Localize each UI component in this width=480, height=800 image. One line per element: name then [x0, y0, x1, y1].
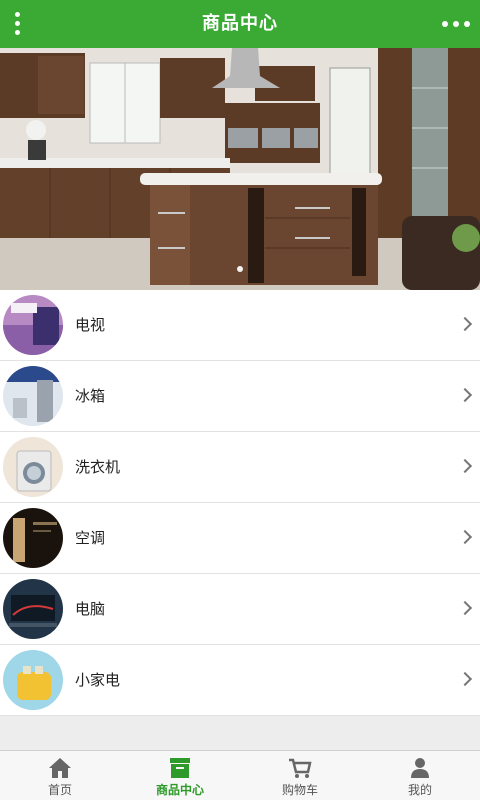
tab-mine[interactable]: 我的 [360, 751, 480, 800]
chevron-right-icon [457, 458, 473, 474]
category-row-tv[interactable]: 电视 [0, 290, 480, 361]
chevron-right-icon [457, 529, 473, 545]
carousel-indicator[interactable] [0, 257, 480, 276]
tab-home[interactable]: 首页 [0, 751, 120, 800]
chevron-right-icon [457, 316, 473, 332]
banner-carousel[interactable] [0, 48, 480, 290]
category-row-ac[interactable]: 空调 [0, 503, 480, 574]
fridge-thumbnail [3, 366, 63, 426]
cart-icon [289, 758, 312, 778]
chevron-right-icon [457, 387, 473, 403]
category-label: 电视 [75, 316, 106, 334]
category-label: 电脑 [75, 600, 106, 618]
category-row-fridge[interactable]: 冰箱 [0, 361, 480, 432]
category-label: 洗衣机 [75, 458, 121, 476]
kitchen-banner-image [0, 48, 480, 290]
chevron-right-icon [457, 671, 473, 687]
box-icon [170, 758, 190, 778]
bottom-tab-bar: 首页 商品中心 购物车 我的 [0, 750, 480, 800]
chevron-right-icon [457, 600, 473, 616]
category-label: 小家电 [75, 671, 121, 689]
category-row-washer[interactable]: 洗衣机 [0, 432, 480, 503]
category-list: 电视 冰箱 洗衣机 空调 电脑 小家电 [0, 290, 480, 716]
page-title: 商品中心 [202, 13, 278, 34]
person-icon [411, 758, 429, 778]
small-appliance-thumbnail [3, 650, 63, 710]
tab-product-center[interactable]: 商品中心 [120, 751, 240, 800]
tab-label: 商品中心 [155, 783, 204, 797]
tab-label: 购物车 [281, 783, 318, 797]
washer-thumbnail [3, 437, 63, 497]
category-label: 冰箱 [75, 387, 106, 405]
home-icon [49, 758, 71, 778]
ac-thumbnail [3, 508, 63, 568]
app-header: 商品中心 [0, 0, 480, 48]
tab-label: 我的 [407, 783, 432, 797]
tab-label: 首页 [47, 783, 72, 797]
more-options-icon[interactable] [440, 12, 472, 36]
carousel-dot-active[interactable] [237, 266, 243, 272]
category-row-computer[interactable]: 电脑 [0, 574, 480, 645]
computer-thumbnail [3, 579, 63, 639]
tab-cart[interactable]: 购物车 [240, 751, 360, 800]
category-row-small-appliance[interactable]: 小家电 [0, 645, 480, 716]
tv-thumbnail [3, 295, 63, 355]
category-label: 空调 [75, 529, 106, 547]
